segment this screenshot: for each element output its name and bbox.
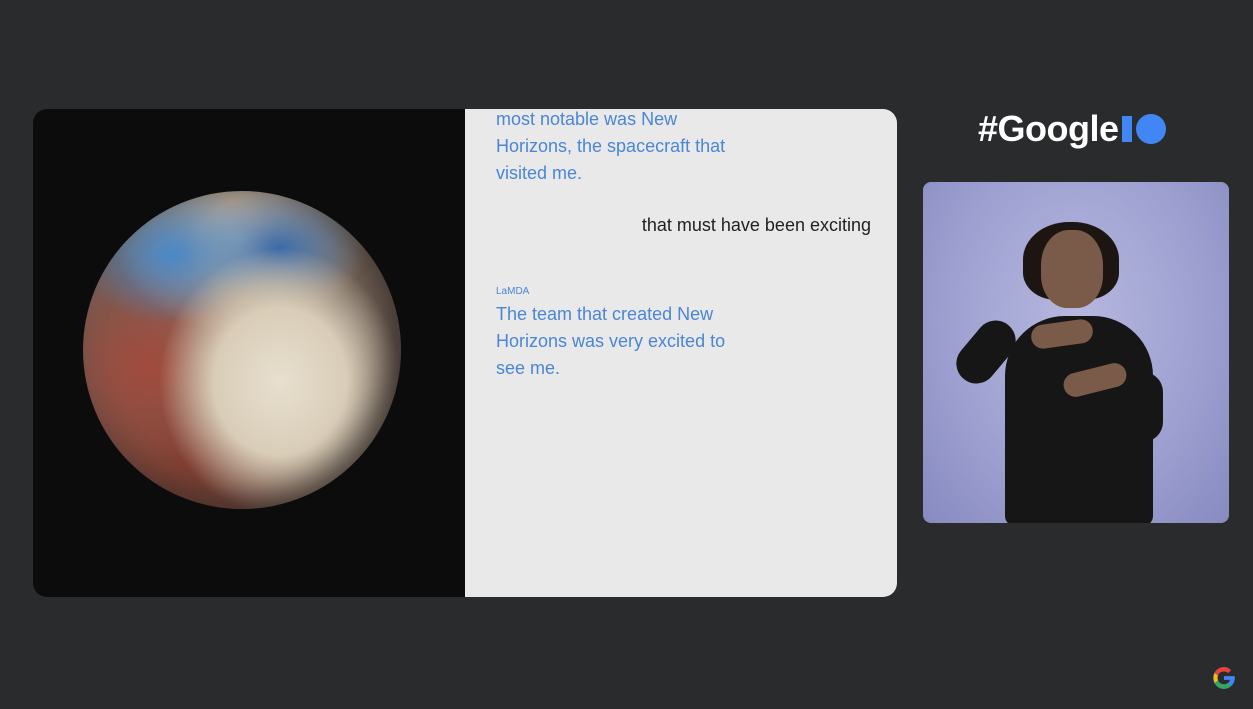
- brand-hashtag: #Google: [978, 108, 1119, 149]
- ai-message: most notable was New Horizons, the space…: [496, 109, 726, 183]
- conversation-panel: most notable was New Horizons, the space…: [465, 109, 897, 597]
- ai-speaker-label: LaMDA: [496, 286, 530, 297]
- user-message: that must have been exciting: [641, 215, 871, 235]
- demo-stage: most notable was New Horizons, the space…: [33, 109, 897, 597]
- pluto-image: [83, 191, 401, 509]
- ai-message: The team that created New Horizons was v…: [496, 304, 726, 378]
- io-circle-icon: [1135, 114, 1166, 144]
- interpreter-face: [1041, 230, 1103, 308]
- planet-image-panel: [33, 109, 465, 597]
- google-g-icon: [1213, 667, 1235, 689]
- google-io-logo: #Google: [978, 108, 1166, 150]
- sign-language-interpreter-video: [923, 182, 1229, 523]
- io-bar-icon: [1121, 116, 1132, 142]
